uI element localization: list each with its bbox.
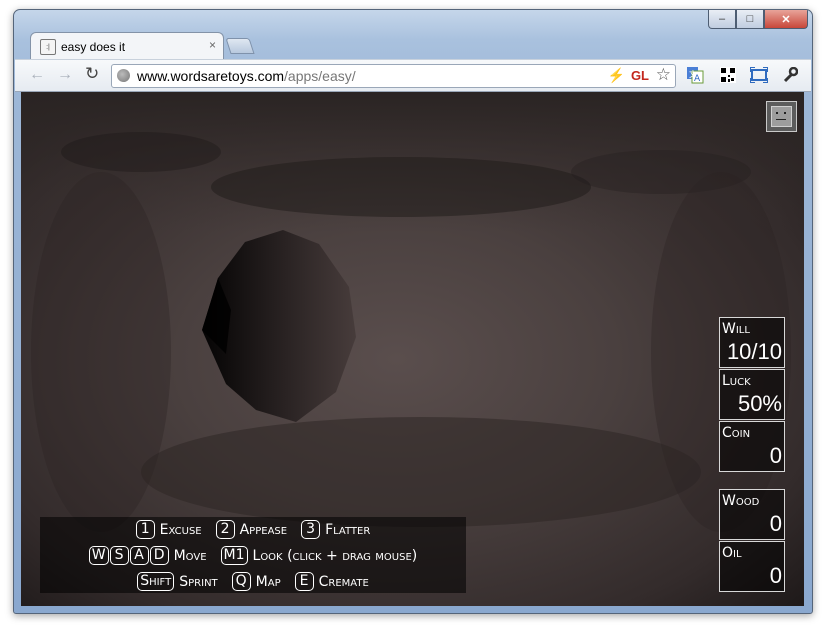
qr-code-icon[interactable] bbox=[719, 66, 737, 84]
stat-value: 50% bbox=[737, 391, 782, 416]
controls-row-movement: W S A D Move M1 Look (click + drag mouse… bbox=[40, 546, 466, 565]
stat-value: 10/10 bbox=[726, 339, 782, 364]
lightning-icon: ⚡ bbox=[607, 67, 625, 83]
action-appease: Appease bbox=[239, 521, 288, 538]
action-flatter: Flatter bbox=[325, 521, 371, 538]
browser-toolbar: ← → ↻ www.wordsaretoys.com/apps/easy/ ⚡ … bbox=[15, 59, 811, 92]
key-3: 3 bbox=[301, 520, 321, 539]
stat-label: Coin bbox=[722, 425, 751, 441]
caption-buttons: – □ ✕ bbox=[708, 10, 808, 29]
action-excuse: Excuse bbox=[159, 521, 202, 538]
browser-tab[interactable]: :| easy does it × bbox=[30, 32, 224, 60]
key-2: 2 bbox=[215, 520, 235, 539]
stat-will: Will 10/10 bbox=[719, 317, 785, 368]
controls-help-panel: 1 Excuse 2 Appease 3 Flatter W S A D Mov… bbox=[40, 517, 466, 593]
key-w: W bbox=[88, 546, 109, 565]
back-icon[interactable]: ← bbox=[29, 66, 45, 84]
forward-icon[interactable]: → bbox=[57, 66, 73, 84]
key-e: E bbox=[294, 572, 314, 591]
browser-window: – □ ✕ :| easy does it × ← → ↻ www.wordsa… bbox=[13, 9, 813, 614]
close-window-button[interactable]: ✕ bbox=[764, 10, 808, 29]
action-cremate: Cremate bbox=[318, 573, 369, 590]
new-tab-button[interactable] bbox=[225, 38, 255, 54]
svg-text:A: A bbox=[694, 74, 701, 84]
controls-row-misc: Shift Sprint Q Map E Cremate bbox=[40, 572, 466, 591]
stat-label: Oil bbox=[722, 545, 742, 561]
stat-label: Wood bbox=[722, 493, 760, 509]
globe-icon bbox=[117, 69, 130, 82]
stat-coin: Coin 0 bbox=[719, 421, 785, 472]
minimize-button[interactable]: – bbox=[708, 10, 736, 29]
action-move: Move bbox=[173, 547, 207, 564]
key-m1: M1 bbox=[220, 546, 248, 565]
stat-label: Luck bbox=[722, 373, 751, 389]
tab-title: easy does it bbox=[61, 40, 126, 54]
tab-close-icon[interactable]: × bbox=[209, 38, 216, 52]
key-s: S bbox=[109, 546, 129, 565]
inventory-oil: Oil 0 bbox=[719, 541, 785, 592]
url-text: www.wordsaretoys.com/apps/easy/ bbox=[137, 68, 356, 84]
game-viewport[interactable]: Will 10/10 Luck 50% Coin 0 Wood 0 Oil 0 … bbox=[21, 92, 804, 606]
stat-value: 0 bbox=[769, 443, 782, 468]
stat-value: 0 bbox=[769, 563, 782, 588]
key-shift: Shift bbox=[137, 572, 175, 591]
bookmark-star-icon[interactable]: ☆ bbox=[656, 65, 671, 85]
favicon-icon: :| bbox=[40, 39, 56, 55]
key-q: Q bbox=[231, 572, 251, 591]
wrench-icon[interactable] bbox=[781, 66, 799, 84]
stat-label: Will bbox=[722, 321, 750, 337]
reload-icon[interactable]: ↻ bbox=[85, 64, 99, 84]
inventory-wood: Wood 0 bbox=[719, 489, 785, 540]
key-1: 1 bbox=[135, 520, 155, 539]
key-d: D bbox=[149, 546, 169, 565]
controls-row-actions: 1 Excuse 2 Appease 3 Flatter bbox=[40, 520, 466, 539]
key-a: A bbox=[129, 546, 149, 565]
maximize-button[interactable]: □ bbox=[736, 10, 764, 29]
fullscreen-icon[interactable] bbox=[750, 66, 768, 84]
stat-value: 0 bbox=[769, 511, 782, 536]
face-icon bbox=[771, 106, 792, 127]
action-look: Look (click + drag mouse) bbox=[252, 547, 418, 564]
action-sprint: Sprint bbox=[179, 573, 218, 590]
stat-luck: Luck 50% bbox=[719, 369, 785, 420]
action-map: Map bbox=[255, 573, 281, 590]
address-bar[interactable]: www.wordsaretoys.com/apps/easy/ ⚡ GL ☆ bbox=[111, 64, 676, 88]
translate-icon[interactable]: 文A bbox=[686, 66, 704, 84]
gl-badge[interactable]: GL bbox=[631, 68, 649, 83]
menu-face-button[interactable] bbox=[766, 101, 797, 132]
